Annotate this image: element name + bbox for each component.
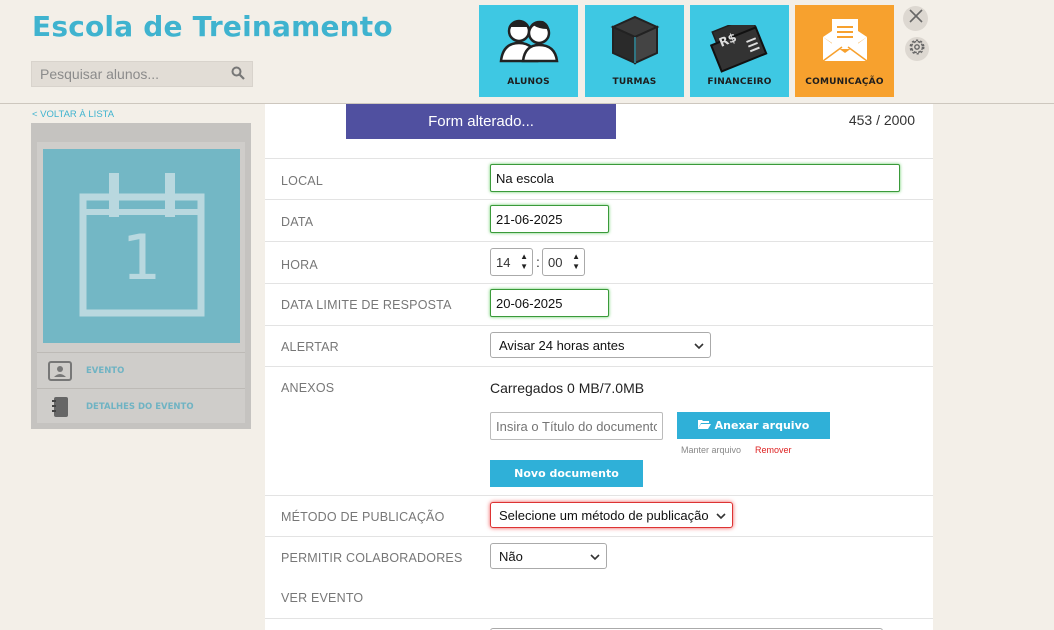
settings-button[interactable] <box>905 37 929 61</box>
search-icon[interactable] <box>231 66 245 85</box>
publication-method-value: Selecione um método de publicação <box>499 508 709 523</box>
contact-card-icon <box>48 360 72 382</box>
char-counter: 453 / 2000 <box>848 112 915 128</box>
event-calendar-image: 1 <box>43 149 240 343</box>
field-label: LOCAL <box>281 174 323 188</box>
field-label: DATA LIMITE DE RESPOSTA <box>281 298 452 312</box>
event-sidebar: 1 EVENTO DETALHES DO EVENTO <box>31 123 251 429</box>
attach-file-button[interactable]: Anexar arquivo <box>677 412 830 439</box>
remove-file-link[interactable]: Remover <box>755 445 792 455</box>
alert-select[interactable]: Avisar 24 horas antes <box>490 332 711 358</box>
local-input[interactable]: Na escola <box>490 164 900 192</box>
field-label: ALERTAR <box>281 340 339 354</box>
row-next <box>265 618 933 630</box>
publication-method-select[interactable]: Selecione um método de publicação <box>490 502 733 528</box>
hour-value: 14 <box>496 255 511 270</box>
new-document-button[interactable]: Novo documento <box>490 460 643 487</box>
attach-file-label: Anexar arquivo <box>714 419 810 432</box>
search-input[interactable] <box>32 62 222 86</box>
nav-label: ALUNOS <box>507 77 550 87</box>
deadline-date-input[interactable]: 20-06-2025 <box>490 289 609 317</box>
nav-label: COMUNICAÇÃO <box>805 77 884 87</box>
money-icon: R$ <box>709 15 771 73</box>
date-input[interactable]: 21-06-2025 <box>490 205 609 233</box>
gear-icon <box>908 38 926 61</box>
sidebar-item-evento[interactable]: EVENTO <box>37 352 245 388</box>
close-icon <box>908 9 923 28</box>
collaborators-value: Não <box>499 549 523 564</box>
sidebar-item-detalhes[interactable]: DETALHES DO EVENTO <box>37 388 245 424</box>
sidebar-item-label: EVENTO <box>86 365 125 376</box>
field-label: VER EVENTO <box>281 591 364 605</box>
notebook-icon <box>48 396 72 418</box>
row-alertar: ALERTAR Avisar 24 horas antes <box>265 325 933 366</box>
students-icon <box>497 5 561 68</box>
collaborators-select[interactable]: Não <box>490 543 607 569</box>
nav-tile-financeiro[interactable]: R$ FINANCEIRO <box>690 5 789 97</box>
field-label: ANEXOS <box>281 381 335 395</box>
row-local: LOCAL Na escola <box>265 158 933 199</box>
nav-label: FINANCEIRO <box>707 77 772 87</box>
back-to-list-link[interactable]: < VOLTAR À LISTA <box>32 109 114 120</box>
row-data: DATA 21-06-2025 <box>265 199 933 241</box>
calendar-icon: 1 <box>77 171 207 321</box>
row-anexos: ANEXOS Carregados 0 MB/7.0MB Anexar arqu… <box>265 366 933 495</box>
nav-label: TURMAS <box>612 77 657 87</box>
field-label: HORA <box>281 258 318 272</box>
alert-select-value: Avisar 24 horas antes <box>499 338 625 353</box>
time-separator: : <box>536 254 540 270</box>
nav-tile-alunos[interactable]: ALUNOS <box>479 5 578 97</box>
event-form-panel: Form alterado... 453 / 2000 LOCAL Na esc… <box>265 104 933 630</box>
stepper-arrows-icon[interactable]: ▲ ▼ <box>520 252 528 272</box>
row-hora: HORA 14 ▲ ▼ : 00 ▲ ▼ <box>265 241 933 283</box>
keep-file-checkbox-label[interactable]: Manter arquivo <box>681 445 741 455</box>
chevron-down-icon <box>590 550 600 565</box>
nav-tile-turmas[interactable]: TURMAS <box>585 5 684 97</box>
form-status-button[interactable]: Form alterado... <box>346 104 616 139</box>
chevron-down-icon <box>716 509 726 524</box>
minute-stepper[interactable]: 00 ▲ ▼ <box>542 248 585 276</box>
nav-tile-comunicacao[interactable]: COMUNICAÇÃO <box>795 5 894 97</box>
field-label: MÉTODO DE PUBLICAÇÃO <box>281 510 445 524</box>
app-title: Escola de Treinamento <box>32 10 393 43</box>
row-data-limite: DATA LIMITE DE RESPOSTA 20-06-2025 <box>265 283 933 325</box>
stepper-arrows-icon[interactable]: ▲ ▼ <box>572 252 580 272</box>
calendar-day: 1 <box>121 221 162 294</box>
field-label: PERMITIR COLABORADORES <box>281 551 463 565</box>
upload-usage: Carregados 0 MB/7.0MB <box>490 380 645 396</box>
chevron-down-icon <box>694 339 704 354</box>
folder-open-icon <box>697 419 711 432</box>
box-icon <box>605 5 665 70</box>
hour-stepper[interactable]: 14 ▲ ▼ <box>490 248 533 276</box>
document-title-input[interactable] <box>490 412 663 440</box>
envelope-icon <box>820 5 870 70</box>
row-metodo: MÉTODO DE PUBLICAÇÃO Selecione um método… <box>265 495 933 536</box>
field-label: DATA <box>281 215 314 229</box>
minute-value: 00 <box>548 255 563 270</box>
event-card: 1 EVENTO DETALHES DO EVENTO <box>37 142 245 423</box>
student-search[interactable] <box>31 61 253 87</box>
row-colaboradores: PERMITIR COLABORADORES Não VER EVENTO <box>265 536 933 618</box>
sidebar-item-label: DETALHES DO EVENTO <box>86 401 194 412</box>
close-button[interactable] <box>903 6 928 31</box>
